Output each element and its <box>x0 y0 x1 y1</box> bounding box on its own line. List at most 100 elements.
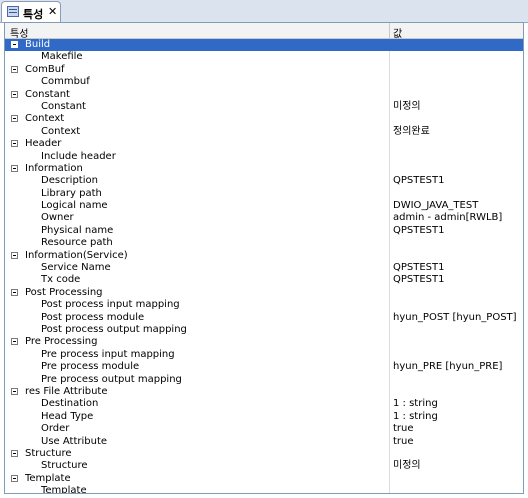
property-value[interactable]: 미정의 <box>393 101 421 113</box>
category-label: Post Processing <box>25 286 103 298</box>
property-value[interactable]: hyun_POST [hyun_POST] <box>393 312 517 324</box>
column-divider <box>389 262 390 275</box>
collapse-toggle-icon[interactable] <box>11 115 18 123</box>
property-name: Use Attribute <box>41 435 108 447</box>
property-row[interactable]: Pre process output mapping <box>5 373 523 386</box>
collapse-toggle-icon[interactable] <box>11 387 18 395</box>
property-name: Pre process output mapping <box>41 373 182 385</box>
property-row[interactable]: Order true <box>5 423 523 436</box>
column-divider <box>389 138 390 151</box>
property-value[interactable]: 1 : string <box>393 398 438 410</box>
collapse-toggle-icon[interactable] <box>11 449 18 457</box>
property-name: Tx code <box>41 274 81 286</box>
property-row[interactable]: Context 정의완료 <box>5 125 523 139</box>
property-row[interactable]: Makefile <box>5 51 523 64</box>
collapse-toggle-icon[interactable] <box>11 41 18 48</box>
column-divider <box>389 361 390 374</box>
property-row[interactable]: Post process input mapping <box>5 299 523 312</box>
collapse-toggle-icon[interactable] <box>11 140 18 148</box>
property-value[interactable]: hyun_PRE [hyun_PRE] <box>393 361 502 373</box>
column-divider <box>389 336 390 349</box>
category-label: res File Attribute <box>25 385 108 397</box>
property-value[interactable]: QPSTEST1 <box>393 225 445 237</box>
property-name: Pre process module <box>41 361 140 373</box>
category-row[interactable]: Template <box>5 472 523 486</box>
tab-properties[interactable]: 특성 ✕ <box>1 1 61 22</box>
category-label: Pre Processing <box>25 336 98 348</box>
close-icon[interactable]: ✕ <box>48 5 57 18</box>
property-row[interactable]: Tx code QPSTEST1 <box>5 274 523 287</box>
column-divider <box>389 88 390 101</box>
column-divider <box>389 162 390 176</box>
collapse-toggle-icon[interactable] <box>11 90 18 98</box>
column-divider <box>389 212 390 225</box>
property-value[interactable]: true <box>393 436 414 448</box>
collapse-toggle-icon[interactable] <box>11 474 18 482</box>
property-row[interactable]: Post process module hyun_POST [hyun_POST] <box>5 311 523 324</box>
collapse-toggle-icon[interactable] <box>11 251 18 259</box>
column-divider <box>389 447 390 461</box>
property-value[interactable]: QPSTEST1 <box>393 175 445 187</box>
property-row[interactable]: Pre process module hyun_PRE [hyun_PRE] <box>5 361 523 374</box>
column-divider <box>389 385 390 399</box>
property-value[interactable]: QPSTEST1 <box>393 262 445 274</box>
property-row[interactable]: Template <box>5 485 523 493</box>
category-label: Constant <box>25 88 70 100</box>
collapse-toggle-icon[interactable] <box>11 65 18 73</box>
property-row[interactable]: Physical name QPSTEST1 <box>5 224 523 238</box>
category-row[interactable]: Context <box>5 113 523 126</box>
category-row[interactable]: res File Attribute <box>5 385 523 399</box>
category-label: Context <box>25 113 65 125</box>
category-row[interactable]: Structure <box>5 447 523 461</box>
property-row[interactable]: Pre process input mapping <box>5 348 523 362</box>
column-header-property[interactable]: 특성 <box>10 25 28 40</box>
property-value[interactable]: QPSTEST1 <box>393 274 445 286</box>
category-row[interactable]: Information(Service) <box>5 249 523 263</box>
property-name: Post process module <box>41 311 145 323</box>
column-header-value[interactable]: 값 <box>393 25 402 40</box>
category-label: ComBuf <box>25 63 65 75</box>
collapse-toggle-icon[interactable] <box>11 164 18 172</box>
category-row[interactable]: Build <box>5 39 523 52</box>
property-value[interactable]: DWIO_JAVA_TEST <box>393 200 478 212</box>
column-divider <box>389 175 390 188</box>
column-divider <box>389 224 390 238</box>
property-row[interactable]: Logical name DWIO_JAVA_TEST <box>5 200 523 213</box>
property-value[interactable]: 미정의 <box>393 460 421 472</box>
property-row[interactable]: Structure 미정의 <box>5 460 523 473</box>
category-row[interactable]: Constant <box>5 88 523 101</box>
property-row[interactable]: Resource path <box>5 237 523 250</box>
property-name: Structure <box>41 460 88 472</box>
property-row[interactable]: Library path <box>5 187 523 201</box>
category-row[interactable]: ComBuf <box>5 63 523 77</box>
column-divider <box>389 435 390 448</box>
property-row[interactable]: Commbuf <box>5 76 523 89</box>
category-row[interactable]: Pre Processing <box>5 336 523 349</box>
category-label: Information(Service) <box>25 249 128 261</box>
category-row[interactable]: Header <box>5 138 523 151</box>
collapse-toggle-icon[interactable] <box>11 338 18 346</box>
column-divider[interactable] <box>389 23 390 38</box>
category-row[interactable]: Post Processing <box>5 286 523 300</box>
collapse-toggle-icon[interactable] <box>11 288 18 296</box>
column-divider <box>389 249 390 263</box>
property-row[interactable]: Service Name QPSTEST1 <box>5 262 523 275</box>
property-row[interactable]: Description QPSTEST1 <box>5 175 523 188</box>
column-divider <box>389 472 390 486</box>
property-row[interactable]: Post process output mapping <box>5 323 523 337</box>
property-row[interactable]: Include header <box>5 150 523 163</box>
property-row[interactable]: Destination 1 : string <box>5 398 523 411</box>
property-value[interactable]: 1 : string <box>393 411 438 423</box>
property-name: Head Type <box>41 410 94 422</box>
property-row[interactable]: Owner admin - admin[RWLB] <box>5 212 523 225</box>
property-value[interactable]: 정의완료 <box>393 126 430 138</box>
column-divider <box>389 187 390 201</box>
category-label: Structure <box>25 447 72 459</box>
property-value[interactable]: admin - admin[RWLB] <box>393 212 502 224</box>
property-row[interactable]: Constant 미정의 <box>5 100 523 114</box>
category-row[interactable]: Information <box>5 162 523 176</box>
column-divider <box>389 311 390 324</box>
property-row[interactable]: Use Attribute true <box>5 435 523 448</box>
property-value[interactable]: true <box>393 423 414 435</box>
property-row[interactable]: Head Type 1 : string <box>5 410 523 424</box>
